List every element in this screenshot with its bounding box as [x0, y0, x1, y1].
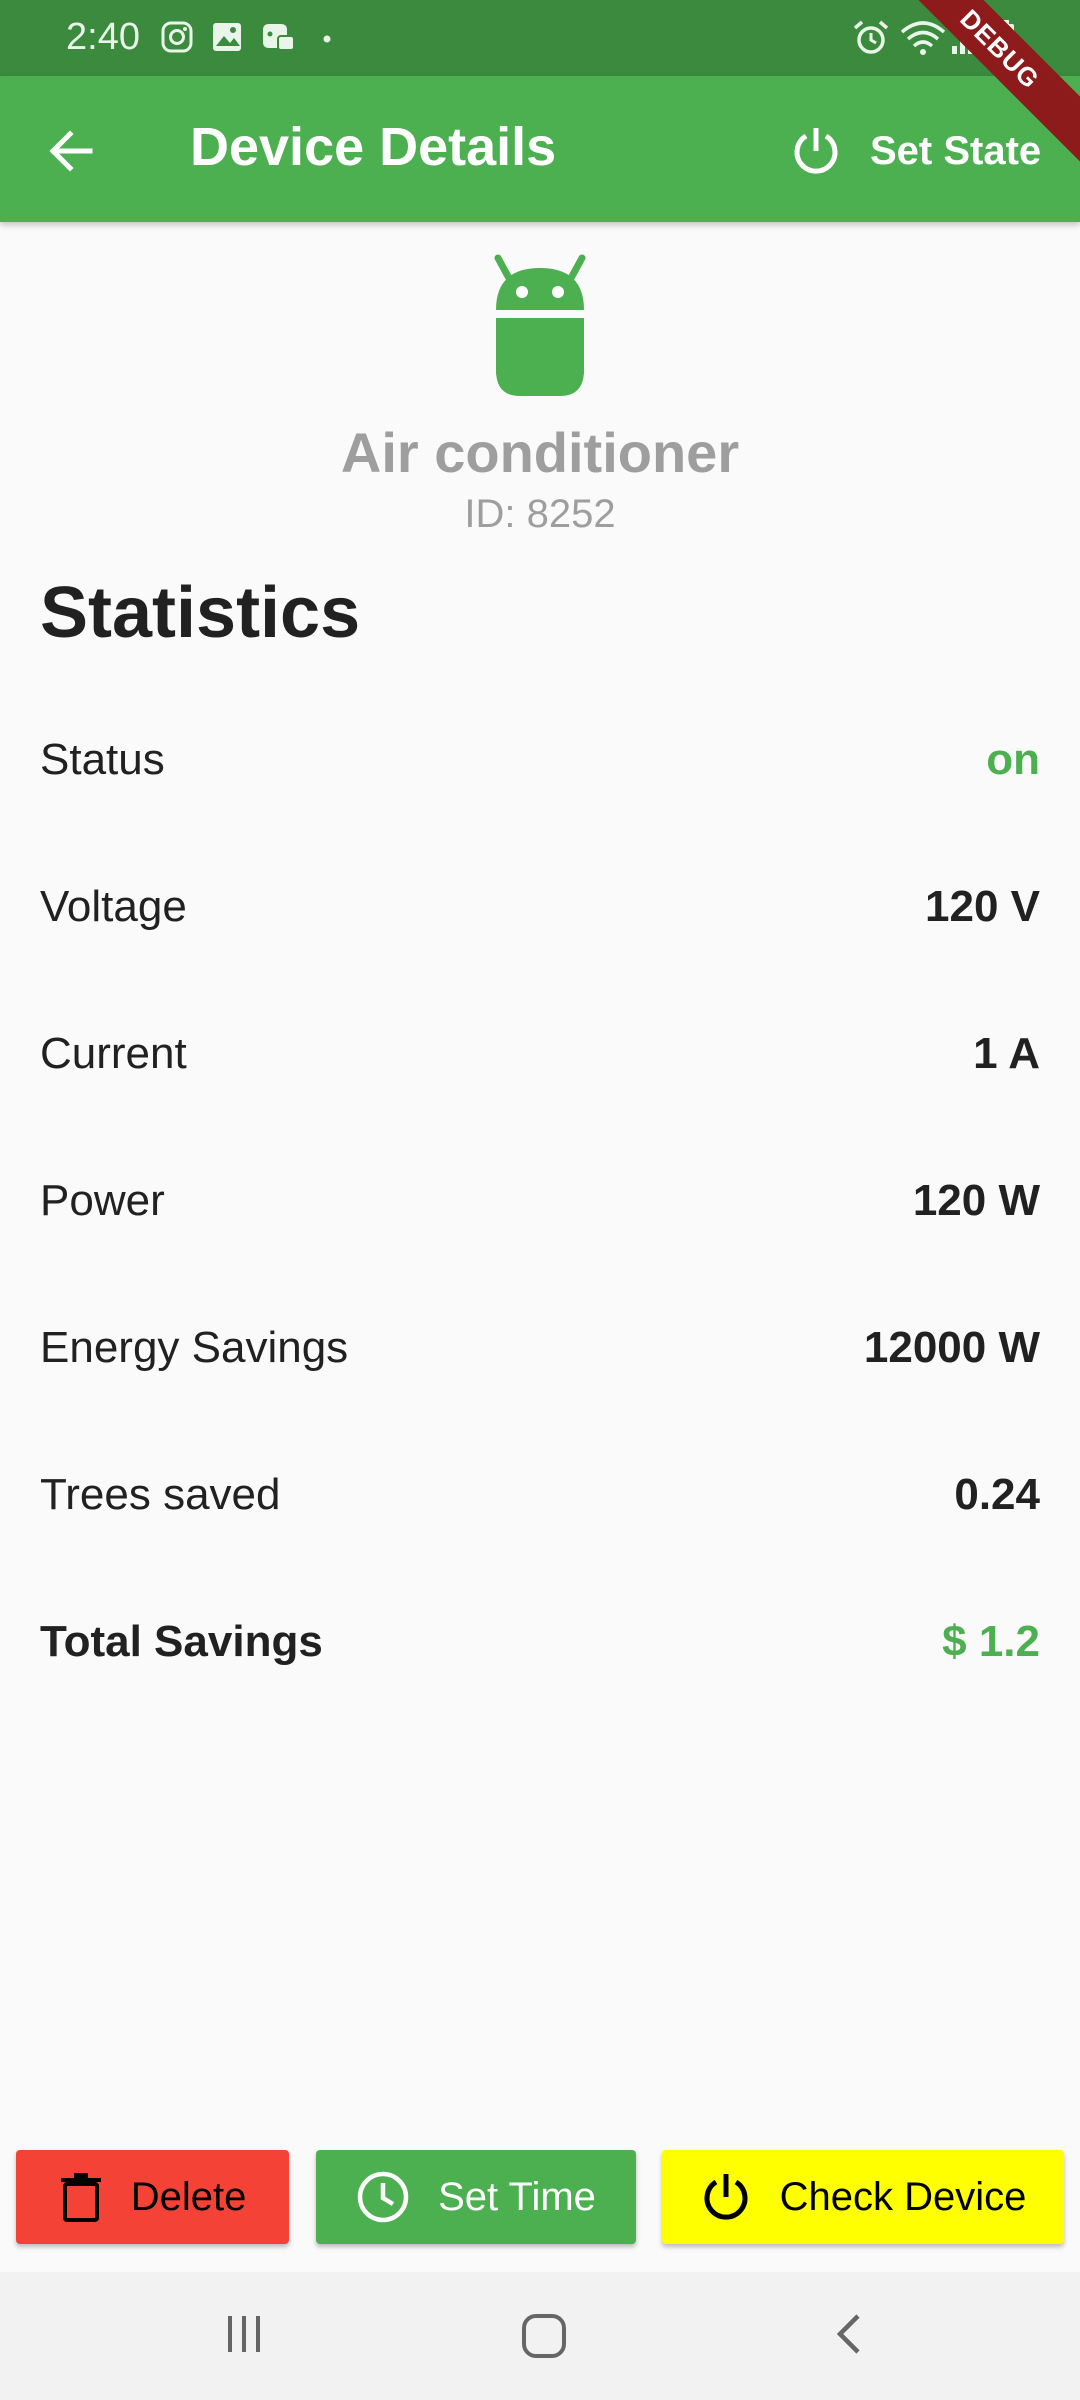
device-header: [0, 250, 1080, 403]
back-icon[interactable]: [830, 2312, 866, 2356]
stat-value: 0.24: [954, 1470, 1040, 1519]
stat-value: 120 V: [925, 882, 1040, 931]
stat-row-current: Current 1 A: [40, 1014, 1040, 1094]
check-device-button[interactable]: Check Device: [662, 2150, 1064, 2244]
set-state-label: Set State: [870, 128, 1042, 173]
stat-label: Voltage: [40, 882, 187, 931]
trash-icon: [60, 2173, 101, 2222]
stat-label: Current: [40, 1029, 187, 1078]
delete-label: Delete: [130, 2174, 247, 2219]
clock-icon: [357, 2171, 409, 2223]
gallery-icon: [213, 23, 241, 51]
status-bar: 2:40 DEBUG: [0, 0, 1080, 172]
delete-button[interactable]: Delete: [16, 2150, 289, 2244]
wifi-icon: [900, 21, 946, 55]
stat-row-status: Status on: [40, 720, 1040, 800]
stat-row-energy-savings: Energy Savings 12000 W: [40, 1308, 1040, 1388]
stat-label: Total Savings: [40, 1617, 323, 1666]
app-bar: Device Details Set State: [0, 76, 1080, 222]
home-icon[interactable]: [520, 2312, 568, 2360]
device-id: ID: 8252: [464, 492, 616, 536]
set-state-button[interactable]: Set State: [790, 116, 1050, 186]
alarm-icon: [853, 20, 889, 54]
stat-value: on: [986, 735, 1040, 784]
stat-row-power: Power 120 W: [40, 1161, 1040, 1241]
recents-icon[interactable]: [222, 2312, 266, 2356]
instagram-icon: [161, 21, 193, 53]
stat-row-voltage: Voltage 120 V: [40, 867, 1040, 947]
power-icon: [794, 128, 838, 174]
stat-label: Power: [40, 1176, 165, 1225]
dot-icon: [323, 35, 331, 43]
arrow-back-icon[interactable]: [44, 124, 98, 178]
power-icon: [704, 2174, 748, 2220]
set-time-button[interactable]: Set Time: [316, 2150, 636, 2244]
stat-value: 12000 W: [863, 1323, 1040, 1372]
stat-value: $ 1.2: [942, 1617, 1040, 1666]
status-time: 2:40: [66, 16, 140, 58]
set-time-label: Set Time: [438, 2174, 596, 2219]
stat-label: Status: [40, 735, 165, 784]
game-icon: [263, 24, 295, 51]
stat-label: Energy Savings: [40, 1323, 349, 1372]
stat-row-trees-saved: Trees saved 0.24: [40, 1455, 1040, 1535]
page-title: Device Details: [190, 117, 557, 177]
stat-value: 120 W: [912, 1176, 1040, 1225]
android-icon: [494, 254, 586, 396]
navigation-bar: [0, 2272, 1080, 2400]
device-name: Air conditioner: [340, 421, 740, 484]
statistics-title: Statistics: [40, 573, 361, 653]
stat-value: 1 A: [973, 1029, 1040, 1078]
check-device-label: Check Device: [779, 2174, 1027, 2219]
stat-label: Trees saved: [40, 1470, 281, 1519]
stat-row-total-savings: Total Savings $ 1.2: [40, 1602, 1040, 1682]
